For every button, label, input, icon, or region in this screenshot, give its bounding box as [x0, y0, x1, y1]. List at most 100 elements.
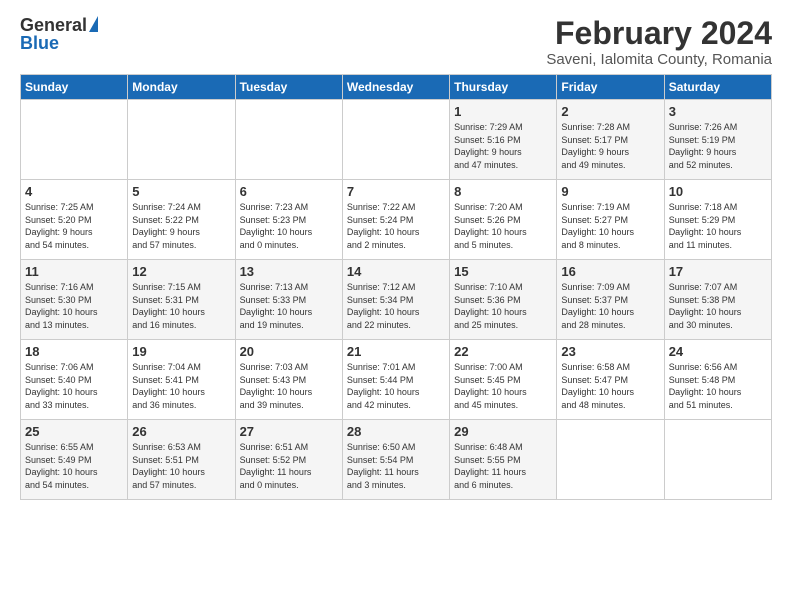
day-number: 15 — [454, 264, 552, 279]
calendar-table: Sunday Monday Tuesday Wednesday Thursday… — [20, 74, 772, 500]
day-number: 11 — [25, 264, 123, 279]
day-cell: 7 Sunrise: 7:22 AM Sunset: 5:24 PM Daylig… — [342, 180, 449, 260]
day-cell: 18 Sunrise: 7:06 AM Sunset: 5:40 PM Dayli… — [21, 340, 128, 420]
day-number: 9 — [561, 184, 659, 199]
day-cell — [21, 100, 128, 180]
day-number: 20 — [240, 344, 338, 359]
day-cell: 12 Sunrise: 7:15 AM Sunset: 5:31 PM Dayli… — [128, 260, 235, 340]
day-number: 13 — [240, 264, 338, 279]
day-number: 14 — [347, 264, 445, 279]
subtitle: Saveni, Ialomita County, Romania — [546, 51, 772, 68]
day-number: 22 — [454, 344, 552, 359]
day-cell — [235, 100, 342, 180]
logo-triangle-icon — [89, 16, 98, 32]
day-cell: 19Sunrise: 7:04 AM Sunset: 5:41 PM Dayli… — [128, 340, 235, 420]
day-number: 16 — [561, 264, 659, 279]
day-cell: 25 Sunrise: 6:55 AM Sunset: 5:49 PM Dayli… — [21, 420, 128, 500]
main-title: February 2024 — [546, 16, 772, 51]
day-number: 18 — [25, 344, 123, 359]
day-number: 1 — [454, 104, 552, 119]
day-info: Sunrise: 7:16 AM Sunset: 5:30 PM Dayligh… — [25, 281, 123, 331]
day-info: Sunrise: 7:22 AM Sunset: 5:24 PM Dayligh… — [347, 201, 445, 251]
day-cell: 20 Sunrise: 7:03 AM Sunset: 5:43 PM Dayli… — [235, 340, 342, 420]
day-number: 17 — [669, 264, 767, 279]
day-info: Sunrise: 7:10 AM Sunset: 5:36 PM Dayligh… — [454, 281, 552, 331]
day-cell: 26Sunrise: 6:53 AM Sunset: 5:51 PM Dayli… — [128, 420, 235, 500]
title-block: February 2024 Saveni, Ialomita County, R… — [546, 16, 772, 68]
day-cell: 21 Sunrise: 7:01 AM Sunset: 5:44 PM Dayli… — [342, 340, 449, 420]
header-row: Sunday Monday Tuesday Wednesday Thursday… — [21, 75, 772, 100]
day-info: Sunrise: 6:53 AM Sunset: 5:51 PM Dayligh… — [132, 441, 230, 491]
week-row-4: 25 Sunrise: 6:55 AM Sunset: 5:49 PM Dayli… — [21, 420, 772, 500]
day-number: 10 — [669, 184, 767, 199]
day-info: Sunrise: 7:03 AM Sunset: 5:43 PM Dayligh… — [240, 361, 338, 411]
day-cell: 29 Sunrise: 6:48 AM Sunset: 5:55 PM Dayli… — [450, 420, 557, 500]
day-info: Sunrise: 6:56 AM Sunset: 5:48 PM Dayligh… — [669, 361, 767, 411]
col-tuesday: Tuesday — [235, 75, 342, 100]
day-cell: 3 Sunrise: 7:26 AM Sunset: 5:19 PM Daylig… — [664, 100, 771, 180]
day-cell: 23 Sunrise: 6:58 AM Sunset: 5:47 PM Dayli… — [557, 340, 664, 420]
day-number: 21 — [347, 344, 445, 359]
day-info: Sunrise: 6:48 AM Sunset: 5:55 PM Dayligh… — [454, 441, 552, 491]
col-sunday: Sunday — [21, 75, 128, 100]
day-info: Sunrise: 7:15 AM Sunset: 5:31 PM Dayligh… — [132, 281, 230, 331]
day-cell: 14 Sunrise: 7:12 AM Sunset: 5:34 PM Dayli… — [342, 260, 449, 340]
day-info: Sunrise: 6:50 AM Sunset: 5:54 PM Dayligh… — [347, 441, 445, 491]
day-info: Sunrise: 7:00 AM Sunset: 5:45 PM Dayligh… — [454, 361, 552, 411]
day-info: Sunrise: 7:29 AM Sunset: 5:16 PM Dayligh… — [454, 121, 552, 171]
day-info: Sunrise: 6:51 AM Sunset: 5:52 PM Dayligh… — [240, 441, 338, 491]
day-number: 23 — [561, 344, 659, 359]
day-number: 2 — [561, 104, 659, 119]
week-row-3: 18 Sunrise: 7:06 AM Sunset: 5:40 PM Dayli… — [21, 340, 772, 420]
day-cell: 24Sunrise: 6:56 AM Sunset: 5:48 PM Dayli… — [664, 340, 771, 420]
day-info: Sunrise: 7:13 AM Sunset: 5:33 PM Dayligh… — [240, 281, 338, 331]
day-info: Sunrise: 6:55 AM Sunset: 5:49 PM Dayligh… — [25, 441, 123, 491]
day-info: Sunrise: 7:19 AM Sunset: 5:27 PM Dayligh… — [561, 201, 659, 251]
day-number: 12 — [132, 264, 230, 279]
day-info: Sunrise: 7:24 AM Sunset: 5:22 PM Dayligh… — [132, 201, 230, 251]
day-cell: 4 Sunrise: 7:25 AM Sunset: 5:20 PM Daylig… — [21, 180, 128, 260]
day-cell: 16 Sunrise: 7:09 AM Sunset: 5:37 PM Dayli… — [557, 260, 664, 340]
day-cell: 22 Sunrise: 7:00 AM Sunset: 5:45 PM Dayli… — [450, 340, 557, 420]
day-number: 6 — [240, 184, 338, 199]
day-cell: 15 Sunrise: 7:10 AM Sunset: 5:36 PM Dayli… — [450, 260, 557, 340]
day-cell: 17 Sunrise: 7:07 AM Sunset: 5:38 PM Dayli… — [664, 260, 771, 340]
page-container: General Blue February 2024 Saveni, Ialom… — [0, 0, 792, 510]
day-cell: 10 Sunrise: 7:18 AM Sunset: 5:29 PM Dayli… — [664, 180, 771, 260]
logo-blue: Blue — [20, 34, 59, 52]
header: General Blue February 2024 Saveni, Ialom… — [20, 16, 772, 68]
day-cell — [128, 100, 235, 180]
day-number: 29 — [454, 424, 552, 439]
day-cell: 27Sunrise: 6:51 AM Sunset: 5:52 PM Dayli… — [235, 420, 342, 500]
day-cell: 5 Sunrise: 7:24 AM Sunset: 5:22 PM Daylig… — [128, 180, 235, 260]
day-info: Sunrise: 7:26 AM Sunset: 5:19 PM Dayligh… — [669, 121, 767, 171]
day-cell: 8Sunrise: 7:20 AM Sunset: 5:26 PM Daylig… — [450, 180, 557, 260]
day-info: Sunrise: 6:58 AM Sunset: 5:47 PM Dayligh… — [561, 361, 659, 411]
day-number: 4 — [25, 184, 123, 199]
day-cell: 1 Sunrise: 7:29 AM Sunset: 5:16 PM Daylig… — [450, 100, 557, 180]
col-monday: Monday — [128, 75, 235, 100]
day-info: Sunrise: 7:18 AM Sunset: 5:29 PM Dayligh… — [669, 201, 767, 251]
day-info: Sunrise: 7:06 AM Sunset: 5:40 PM Dayligh… — [25, 361, 123, 411]
day-number: 7 — [347, 184, 445, 199]
week-row-2: 11 Sunrise: 7:16 AM Sunset: 5:30 PM Dayli… — [21, 260, 772, 340]
day-number: 28 — [347, 424, 445, 439]
day-cell: 11 Sunrise: 7:16 AM Sunset: 5:30 PM Dayli… — [21, 260, 128, 340]
day-cell: 2Sunrise: 7:28 AM Sunset: 5:17 PM Daylig… — [557, 100, 664, 180]
day-cell — [342, 100, 449, 180]
day-info: Sunrise: 7:23 AM Sunset: 5:23 PM Dayligh… — [240, 201, 338, 251]
day-number: 3 — [669, 104, 767, 119]
day-info: Sunrise: 7:01 AM Sunset: 5:44 PM Dayligh… — [347, 361, 445, 411]
day-info: Sunrise: 7:25 AM Sunset: 5:20 PM Dayligh… — [25, 201, 123, 251]
day-info: Sunrise: 7:09 AM Sunset: 5:37 PM Dayligh… — [561, 281, 659, 331]
col-saturday: Saturday — [664, 75, 771, 100]
day-info: Sunrise: 7:07 AM Sunset: 5:38 PM Dayligh… — [669, 281, 767, 331]
day-cell: 13 Sunrise: 7:13 AM Sunset: 5:33 PM Dayli… — [235, 260, 342, 340]
day-info: Sunrise: 7:12 AM Sunset: 5:34 PM Dayligh… — [347, 281, 445, 331]
day-number: 5 — [132, 184, 230, 199]
day-info: Sunrise: 7:20 AM Sunset: 5:26 PM Dayligh… — [454, 201, 552, 251]
col-thursday: Thursday — [450, 75, 557, 100]
day-cell — [557, 420, 664, 500]
col-wednesday: Wednesday — [342, 75, 449, 100]
day-number: 25 — [25, 424, 123, 439]
